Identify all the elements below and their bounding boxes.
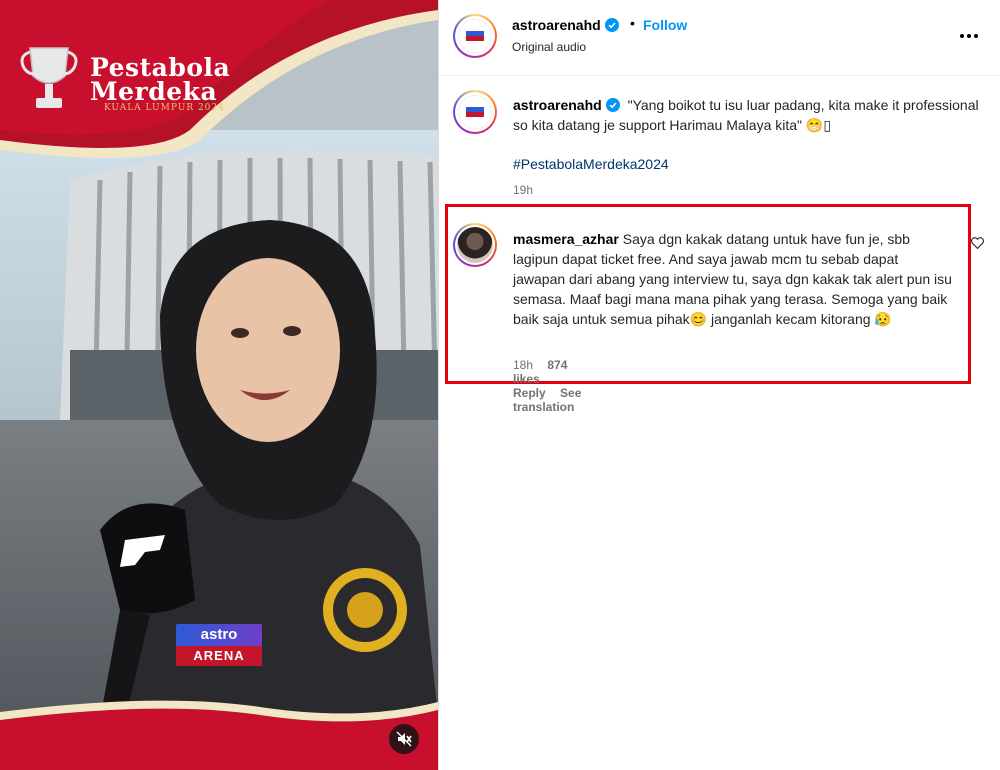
- speaker-muted-icon: [396, 731, 412, 747]
- astro-logo-icon: [466, 31, 484, 41]
- caption-author-avatar[interactable]: [453, 90, 497, 134]
- caption-hashtag[interactable]: #PestabolaMerdeka2024: [513, 156, 669, 172]
- astro-label: astro: [176, 624, 262, 646]
- author-avatar[interactable]: [453, 14, 497, 58]
- microphone-image: [100, 503, 195, 720]
- separator-dot: •: [630, 15, 635, 31]
- original-audio-link[interactable]: Original audio: [512, 40, 586, 54]
- commenter-username[interactable]: masmera_azhar: [513, 231, 619, 247]
- verified-badge-icon: [604, 18, 619, 32]
- reply-button[interactable]: Reply: [513, 386, 546, 400]
- instagram-post-view: astro ARENA Pestabola Merdeka KUALA LUMP…: [0, 0, 1000, 770]
- follow-button[interactable]: Follow: [643, 17, 687, 33]
- caption-timestamp[interactable]: 19h: [513, 183, 533, 197]
- astro-logo-icon: [466, 107, 484, 117]
- like-comment-button[interactable]: [971, 236, 984, 254]
- comment-text-block: masmera_azhar Saya dgn kakak datang untu…: [513, 229, 953, 329]
- more-horizontal-icon: [960, 34, 978, 38]
- caption-username-text[interactable]: astroarenahd: [513, 97, 602, 113]
- caption-username[interactable]: astroarenahd: [513, 97, 620, 113]
- author-username-text[interactable]: astroarenahd: [512, 17, 601, 33]
- caption-text-block: astroarenahd "Yang boikot tu isu luar pa…: [513, 95, 983, 135]
- post-header: astroarenahd • Follow Original audio: [439, 0, 1000, 76]
- event-banner-bottom: [0, 700, 438, 770]
- trophy-icon: [20, 47, 78, 108]
- astro-arena-badge: astro ARENA: [176, 624, 262, 666]
- comment-meta: 18h 874 likes Reply See translation: [513, 358, 585, 414]
- event-logo-subtitle: KUALA LUMPUR 2024: [104, 103, 225, 113]
- verified-badge-icon: [605, 98, 620, 112]
- event-logo-line2: Merdeka: [90, 77, 218, 106]
- mute-button[interactable]: [389, 724, 419, 754]
- commenter-avatar[interactable]: [453, 223, 497, 267]
- more-options-button[interactable]: [959, 22, 979, 45]
- heart-icon: [971, 237, 984, 250]
- comment-timestamp[interactable]: 18h: [513, 358, 533, 372]
- author-username[interactable]: astroarenahd: [512, 17, 619, 33]
- arena-label: ARENA: [176, 646, 262, 666]
- event-logo: Pestabola Merdeka: [90, 55, 230, 106]
- video-player[interactable]: astro ARENA Pestabola Merdeka KUALA LUMP…: [0, 0, 438, 770]
